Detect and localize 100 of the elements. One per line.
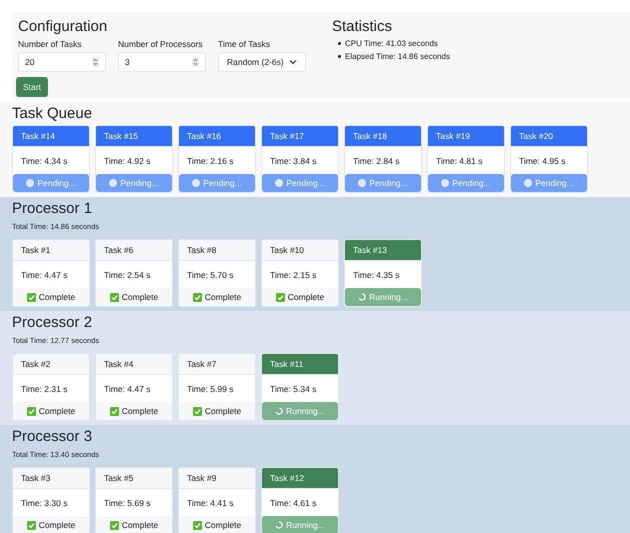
circle-icon bbox=[275, 179, 284, 187]
task-name: Task #2 bbox=[21, 359, 50, 369]
task-time: Time: 2.16 s bbox=[187, 156, 234, 166]
select-dropdown[interactable]: Random (2-6s) bbox=[218, 52, 306, 72]
circle-icon bbox=[26, 179, 34, 187]
checkmark-icon bbox=[26, 292, 36, 302]
circle-icon bbox=[192, 179, 200, 187]
task-time: Time: 4.34 s bbox=[21, 156, 68, 166]
number-field[interactable]: 20 bbox=[18, 52, 106, 72]
task-time: Time: 2.31 s bbox=[21, 384, 68, 394]
status-text: Pending... bbox=[37, 178, 76, 188]
spinner-icon bbox=[275, 521, 284, 529]
task-time: Time: 5.69 s bbox=[104, 498, 150, 508]
task-time: Time: 5.99 s bbox=[187, 384, 234, 394]
stat-text: CPU Time: 41.03 seconds bbox=[345, 39, 438, 48]
task-time: Time: 4.95 s bbox=[519, 156, 566, 166]
checkmark-icon bbox=[110, 520, 119, 530]
task-name: Task #1 bbox=[21, 245, 50, 255]
task-name: Task #12 bbox=[270, 473, 304, 483]
status-text: Complete bbox=[204, 406, 242, 416]
task-time: Time: 4.81 s bbox=[436, 156, 482, 166]
task-name: Task #16 bbox=[187, 131, 222, 141]
task-name: Task #8 bbox=[187, 245, 216, 255]
checkmark-icon bbox=[26, 520, 36, 530]
task-time: Time: 2.15 s bbox=[270, 270, 316, 280]
status-text: Complete bbox=[38, 406, 76, 416]
start-button[interactable]: Start bbox=[16, 77, 48, 97]
status-text: Pending... bbox=[369, 178, 408, 188]
status-text: Pending... bbox=[286, 178, 325, 188]
status-text: Pending... bbox=[203, 178, 242, 188]
stepper-icon[interactable] bbox=[92, 57, 99, 67]
chevron-down-icon bbox=[289, 59, 297, 65]
circle-icon bbox=[109, 179, 118, 187]
panel-title: Statistics bbox=[332, 18, 394, 36]
task-time: Time: 4.41 s bbox=[187, 498, 234, 508]
task-name: Task #14 bbox=[21, 131, 56, 141]
status-text: Complete bbox=[204, 520, 242, 530]
checkmark-icon bbox=[110, 406, 119, 416]
task-name: Task #20 bbox=[519, 131, 554, 141]
status-text: Complete bbox=[288, 292, 324, 302]
task-time: Time: 2.84 s bbox=[353, 156, 400, 166]
task-time: Time: 4.92 s bbox=[104, 156, 150, 166]
checkmark-icon bbox=[276, 292, 285, 302]
status-text: Complete bbox=[122, 406, 158, 416]
task-time: Time: 4.61 s bbox=[270, 498, 316, 508]
field-label: Number of Processors bbox=[118, 39, 204, 49]
status-text: Pending... bbox=[535, 178, 574, 188]
status-text: Running... bbox=[286, 520, 325, 530]
task-name: Task #3 bbox=[21, 473, 50, 483]
field-value: 3 bbox=[125, 57, 130, 67]
circle-icon bbox=[441, 179, 450, 187]
status-text: Complete bbox=[38, 520, 76, 530]
status-text: Complete bbox=[122, 520, 158, 530]
field-label: Time of Tasks bbox=[218, 39, 271, 49]
circle-icon bbox=[524, 179, 532, 187]
field-label: Number of Tasks bbox=[18, 39, 83, 49]
task-name: Task #11 bbox=[270, 359, 304, 369]
field-value: Random (2-6s) bbox=[227, 57, 284, 67]
task-name: Task #10 bbox=[270, 245, 304, 255]
status-text: Pending... bbox=[452, 178, 491, 188]
section-title: Processor 1 bbox=[12, 200, 94, 218]
task-name: Task #4 bbox=[104, 359, 134, 369]
stepper-icon[interactable] bbox=[192, 57, 199, 67]
checkmark-icon bbox=[192, 406, 202, 416]
stat-text: Elapsed Time: 14.86 seconds bbox=[345, 52, 450, 61]
field-value: 20 bbox=[25, 57, 34, 67]
task-time: Time: 3.30 s bbox=[21, 498, 68, 508]
checkmark-icon bbox=[26, 406, 36, 416]
number-field[interactable]: 3 bbox=[118, 52, 206, 72]
spinner-icon bbox=[275, 407, 284, 415]
task-name: Task #6 bbox=[104, 245, 134, 255]
task-name: Task #7 bbox=[187, 359, 216, 369]
circle-icon bbox=[358, 179, 366, 187]
task-time: Time: 5.34 s bbox=[270, 384, 316, 394]
spinner-icon bbox=[358, 293, 366, 301]
status-text: Complete bbox=[38, 292, 76, 302]
task-name: Task #15 bbox=[104, 131, 138, 141]
task-name: Task #5 bbox=[104, 473, 134, 483]
task-name: Task #13 bbox=[353, 245, 388, 255]
task-name: Task #9 bbox=[187, 473, 216, 483]
status-text: Running... bbox=[369, 292, 408, 302]
status-text: Pending... bbox=[120, 178, 159, 188]
task-name: Task #17 bbox=[270, 131, 304, 141]
checkmark-icon bbox=[110, 292, 119, 302]
checkmark-icon bbox=[192, 292, 202, 302]
status-text: Running... bbox=[286, 406, 325, 416]
task-time: Time: 3.84 s bbox=[270, 156, 316, 166]
bullet-icon bbox=[338, 42, 341, 45]
task-name: Task #18 bbox=[353, 131, 388, 141]
section-title: Task Queue bbox=[12, 105, 94, 123]
status-text: Complete bbox=[204, 292, 242, 302]
panel-title: Configuration bbox=[18, 18, 108, 36]
section-title: Processor 3 bbox=[12, 428, 94, 446]
checkmark-icon bbox=[192, 520, 202, 530]
task-time: Time: 4.47 s bbox=[104, 384, 150, 394]
task-name: Task #19 bbox=[436, 131, 470, 141]
task-time: Time: 4.47 s bbox=[21, 270, 68, 280]
bullet-icon bbox=[338, 55, 341, 58]
task-time: Time: 2.54 s bbox=[104, 270, 150, 280]
task-time: Time: 5.70 s bbox=[187, 270, 234, 280]
